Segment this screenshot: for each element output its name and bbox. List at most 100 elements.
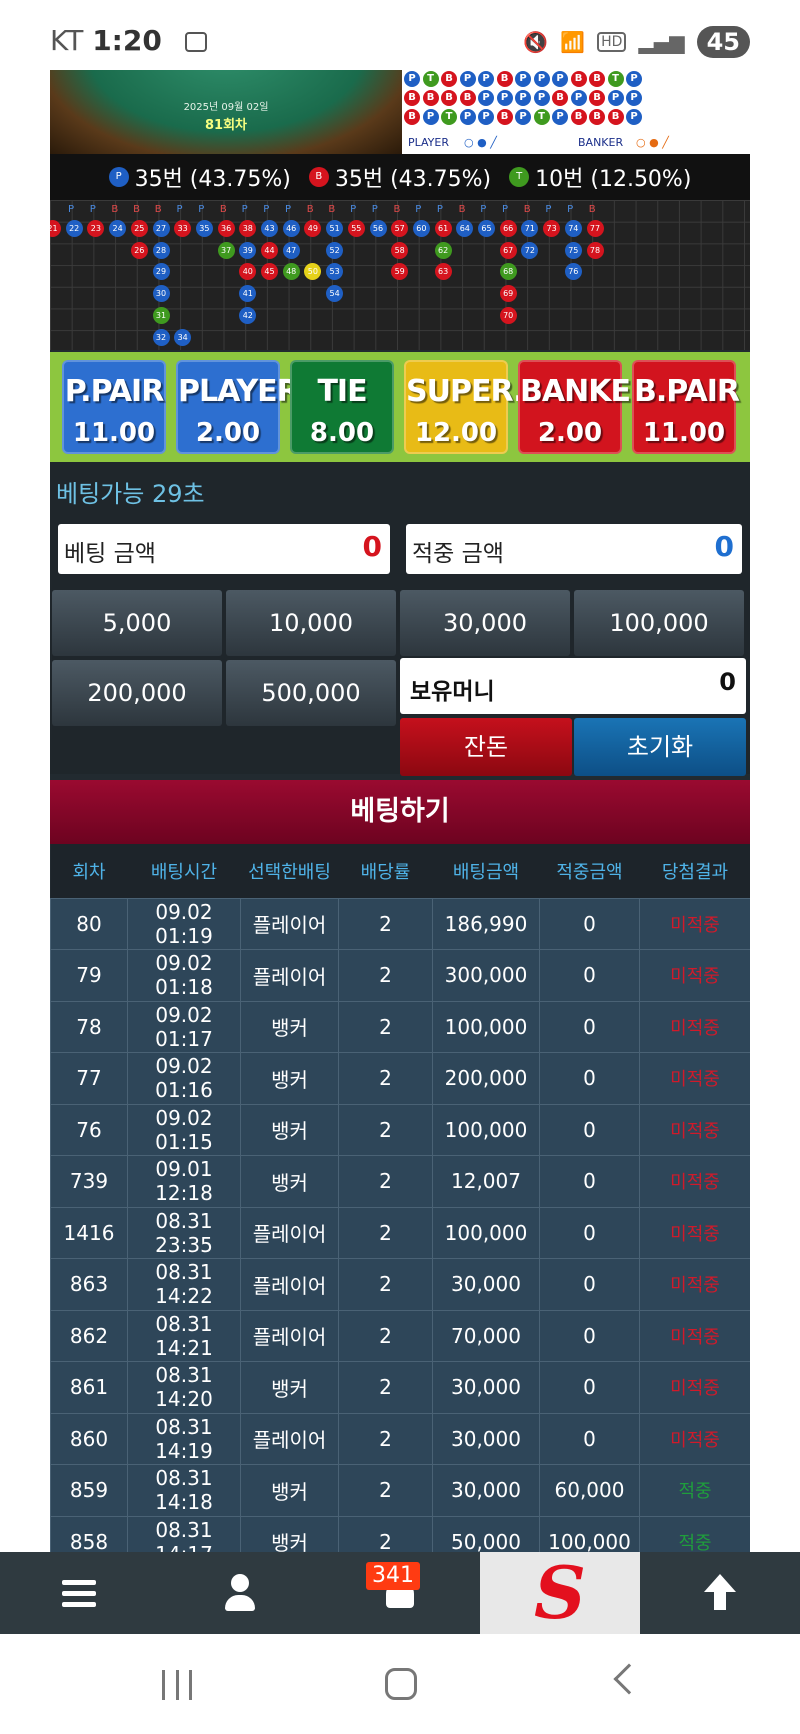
road-marker-icon: 29 — [152, 263, 170, 281]
history-cell: 08.31 14:20 — [127, 1361, 241, 1414]
road-marker-icon: 41 — [239, 285, 257, 303]
history-cell: 76 — [50, 1103, 128, 1156]
road-marker-icon: 59 — [391, 263, 409, 281]
history-cell: 2 — [338, 1515, 433, 1552]
chip-10000-button[interactable]: 10,000 — [226, 590, 396, 656]
scroll-up-icon[interactable] — [700, 1570, 740, 1614]
bead-marker-icon: B — [589, 90, 605, 106]
history-cell: 78 — [50, 1000, 128, 1053]
road-header-mark-icon: P — [415, 204, 422, 215]
history-cell: 2 — [338, 1052, 433, 1105]
bet-panel: 베팅가능 29초 베팅 금액 0 적중 금액 0 5,000 10,000 30… — [50, 462, 750, 776]
bet-odds: 2.00 — [195, 418, 261, 448]
mute-icon: 🔇 — [523, 30, 549, 54]
road-marker-icon: 28 — [152, 241, 170, 259]
user-icon[interactable] — [225, 1574, 255, 1612]
menu-icon[interactable] — [62, 1580, 96, 1608]
history-cell: 뱅커 — [240, 1052, 339, 1105]
history-cell: 플레이어 — [240, 897, 339, 950]
history-cell: 미적중 — [639, 1309, 750, 1362]
history-cell: 859 — [50, 1464, 128, 1517]
road-header-mark-icon: P — [436, 204, 443, 215]
bet-p-pair-button[interactable]: P.PAIR 11.00 — [62, 360, 166, 454]
road-marker-icon: 32 — [152, 328, 170, 346]
stat-banker: B 35번 (43.75%) — [308, 161, 491, 193]
history-cell: 30,000 — [432, 1258, 540, 1311]
recent-apps-icon[interactable] — [162, 1670, 192, 1700]
road-header-mark-icon: P — [263, 204, 270, 215]
player-dot-icon: P — [108, 167, 129, 187]
bet-player-button[interactable]: PLAYER 2.00 — [176, 360, 300, 454]
bet-super6-button[interactable]: SUPER.6 12.00 — [404, 360, 544, 454]
bet-banker-button[interactable]: BANKER 2.00 — [518, 360, 653, 454]
signal-icon: ▂▄▆ — [638, 30, 685, 54]
bet-amount-field: 베팅 금액 0 — [58, 524, 390, 574]
bead-marker-icon: T — [607, 71, 624, 87]
history-cell: 플레이어 — [240, 949, 339, 1002]
road-marker-icon: 22 — [65, 220, 83, 237]
bead-marker-icon: P — [515, 71, 531, 87]
bead-marker-icon: B — [552, 90, 568, 106]
road-marker-icon: 47 — [282, 241, 300, 259]
home-icon[interactable] — [385, 1668, 417, 1700]
history-cell: 0 — [539, 1155, 640, 1208]
history-row: 1416 08.31 23:35 플레이어 2 100,000 0 미적중 — [50, 1206, 750, 1259]
bet-name: TIE — [317, 374, 367, 409]
bet-odds: 12.00 — [414, 418, 498, 448]
road-header-mark-icon: B — [393, 204, 401, 215]
screenshot-icon — [184, 32, 207, 52]
road-header-mark-icon: P — [198, 204, 205, 215]
bet-name: BANKER — [520, 374, 653, 409]
history-cell: 09.01 12:18 — [127, 1155, 241, 1208]
bet-odds: 11.00 — [642, 418, 726, 448]
change-button[interactable]: 잔돈 — [400, 718, 572, 776]
chip-500000-button[interactable]: 500,000 — [226, 660, 396, 726]
history-cell: 2 — [338, 1309, 433, 1362]
history-cell: 2 — [338, 1206, 433, 1259]
history-cell: 09.02 01:15 — [127, 1103, 241, 1156]
bet-tie-button[interactable]: TIE 8.00 — [290, 360, 394, 454]
road-header-mark-icon: P — [350, 204, 357, 215]
history-cell: 50,000 — [432, 1515, 540, 1552]
bead-marker-icon: T — [422, 71, 439, 87]
road-marker-icon: 53 — [326, 263, 344, 281]
road-header-mark-icon: P — [241, 204, 248, 215]
history-cell: 100,000 — [432, 1000, 540, 1053]
history-cell: 08.31 14:17 — [127, 1515, 241, 1552]
road-marker-icon: 70 — [499, 306, 517, 324]
bead-marker-icon: T — [533, 109, 550, 125]
road-marker-icon: 25 — [130, 220, 148, 237]
chip-200000-button[interactable]: 200,000 — [52, 660, 222, 726]
history-cell: 0 — [539, 1052, 640, 1105]
road-marker-icon: 45 — [261, 263, 278, 281]
road-marker-icon: 73 — [543, 220, 561, 237]
bet-name: B.PAIR — [634, 374, 740, 409]
bead-marker-icon: P — [404, 71, 420, 87]
betting-timer: 베팅가능 29초 — [56, 480, 205, 508]
bead-marker-icon: P — [478, 71, 494, 87]
back-icon[interactable] — [613, 1663, 645, 1695]
road-marker-icon: 67 — [499, 241, 517, 259]
history-cell: 적중 — [639, 1515, 750, 1552]
road-header-mark-icon: P — [371, 204, 378, 215]
chip-100000-button[interactable]: 100,000 — [574, 590, 744, 656]
history-cell: 미적중 — [639, 1412, 750, 1465]
road-marker-icon: 71 — [521, 220, 539, 237]
history-cell: 0 — [539, 1412, 640, 1465]
road-marker-icon: 23 — [87, 220, 105, 237]
history-cell: 77 — [50, 1052, 128, 1105]
site-logo[interactable]: S — [480, 1552, 640, 1634]
bet-history: 회차 배팅시간 선택한배팅 배당률 배팅금액 적중금액 당첨결과 80 09.02… — [50, 844, 750, 1552]
reset-button[interactable]: 초기화 — [574, 718, 746, 776]
history-cell: 0 — [539, 897, 640, 950]
chip-30000-button[interactable]: 30,000 — [400, 590, 570, 656]
history-cell: 08.31 14:18 — [127, 1464, 241, 1517]
chip-5000-button[interactable]: 5,000 — [52, 590, 222, 656]
legend-banker-marks-icon: ○ ● ╱ — [636, 136, 669, 149]
road-marker-icon: 66 — [499, 220, 517, 237]
history-cell: 08.31 14:19 — [127, 1412, 241, 1465]
bet-b-pair-button[interactable]: B.PAIR 11.00 — [632, 360, 740, 454]
history-cell: 79 — [50, 949, 128, 1002]
place-bet-button[interactable]: 베팅하기 — [50, 780, 750, 844]
road-marker-icon: 65 — [478, 220, 495, 237]
